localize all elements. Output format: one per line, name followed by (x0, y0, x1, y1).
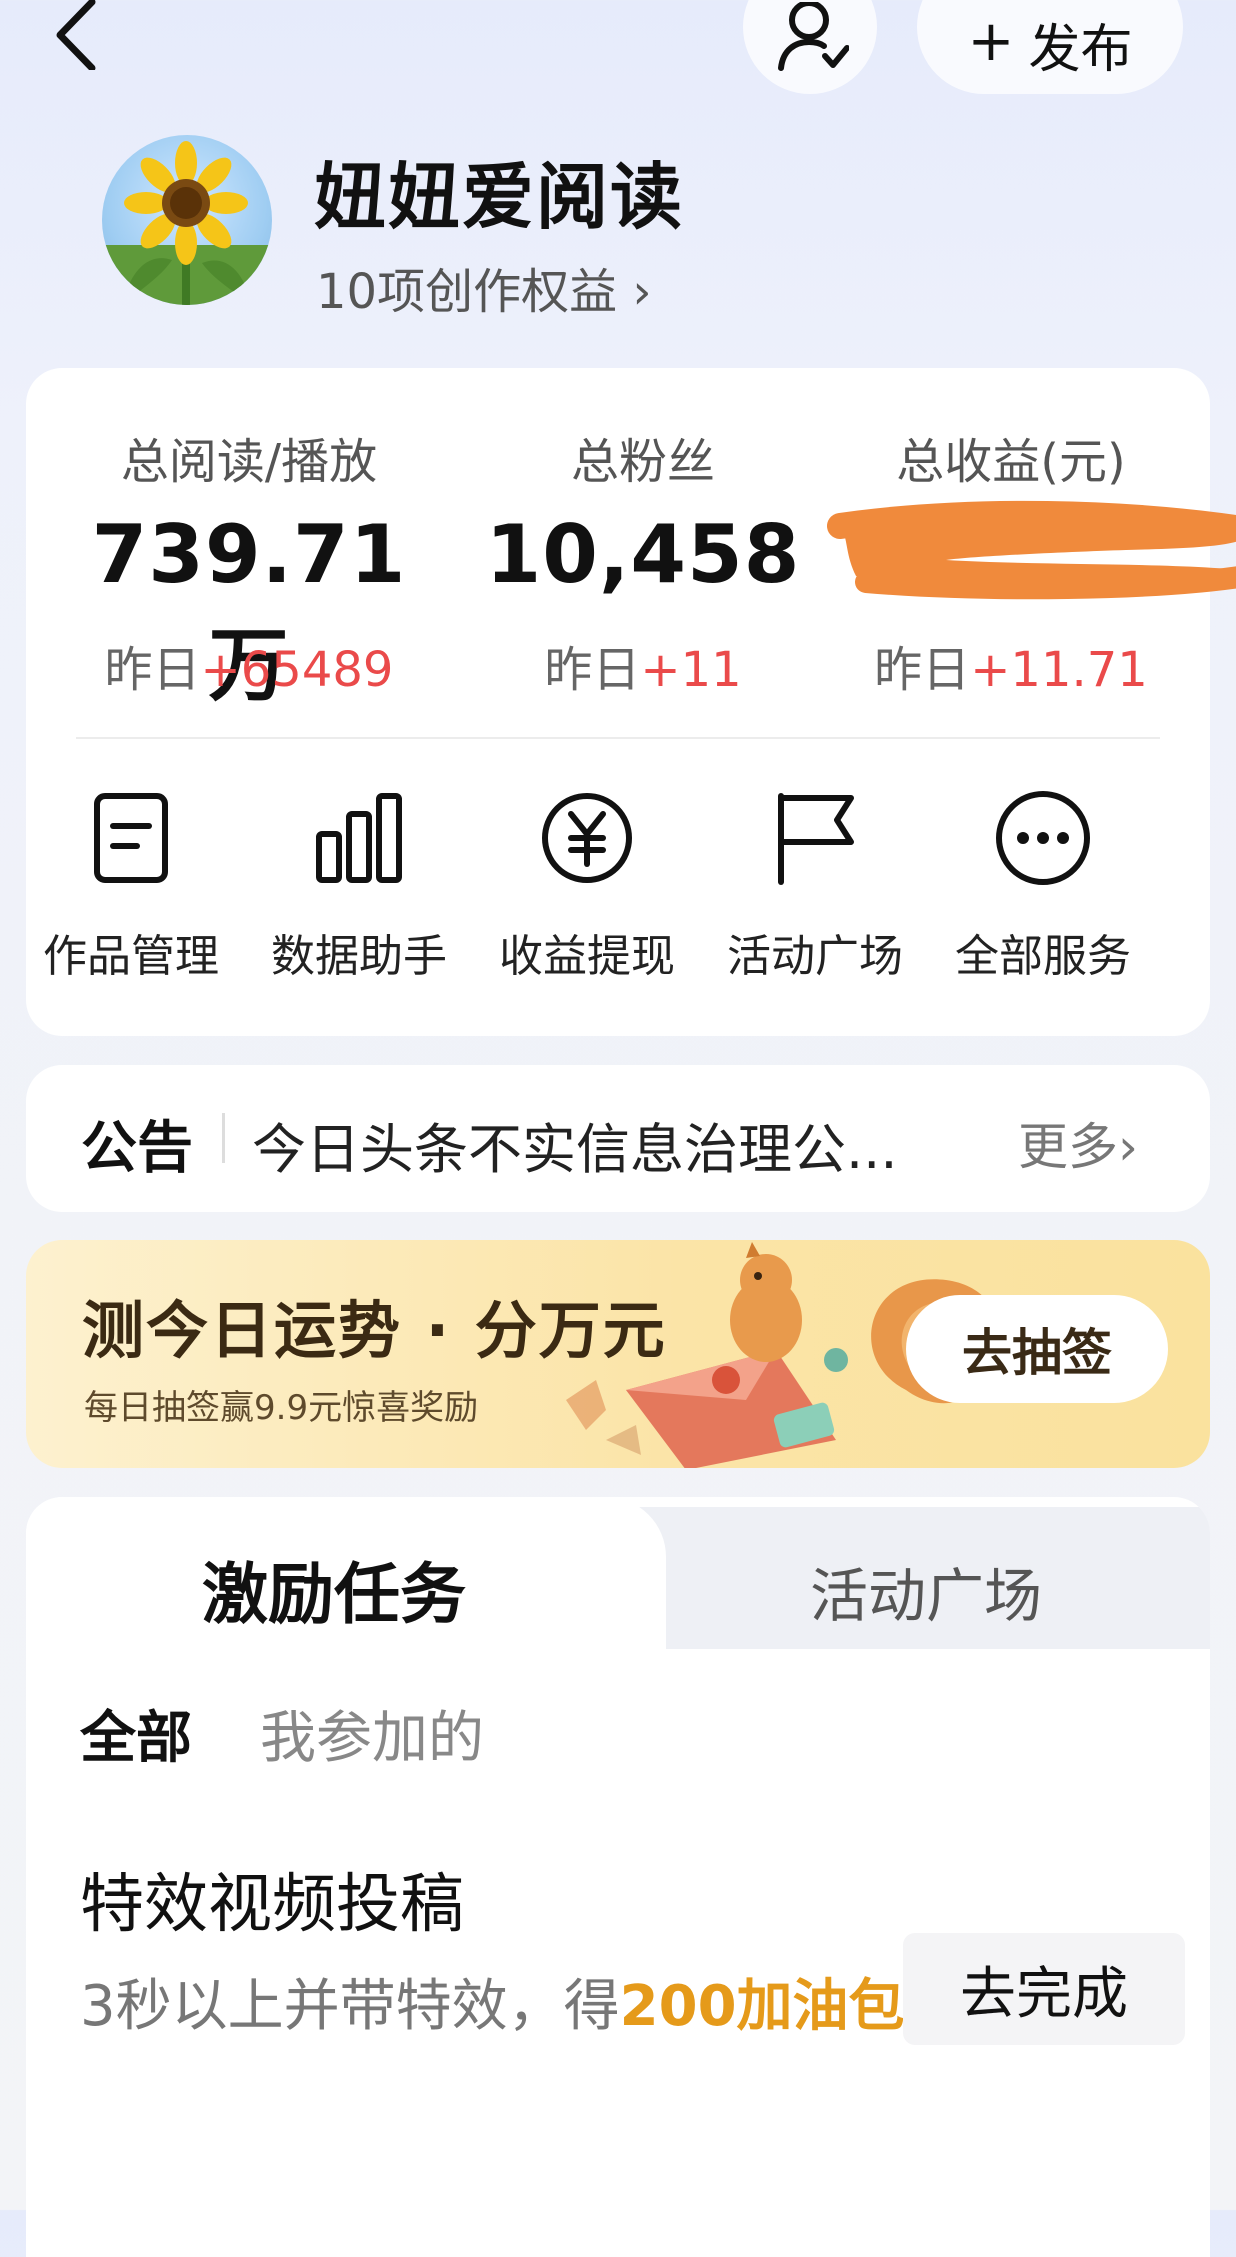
filter-joined[interactable]: 我参加的 (260, 1693, 484, 1774)
flag-icon (778, 793, 854, 885)
task-reward: 200加油包 (619, 1974, 905, 2039)
follow-button[interactable] (743, 0, 877, 94)
service-works-manage[interactable]: 作品管理 (16, 788, 246, 984)
stat-delta: 昨日+11.71 (874, 642, 1148, 698)
redaction-scribble (827, 500, 1236, 600)
notice-text[interactable]: 今日头条不实信息治理公... (252, 1105, 972, 1184)
sunflower-image (102, 141, 272, 305)
back-button[interactable] (48, 0, 128, 72)
stat-label: 总收益(元) (896, 434, 1126, 490)
notice-bar[interactable]: 公告 今日头条不实信息治理公... 更多› (26, 1065, 1210, 1212)
avatar[interactable] (102, 135, 272, 305)
task-title: 特效视频投稿 (80, 1868, 464, 1942)
service-data-assistant[interactable]: 数据助手 (244, 788, 474, 984)
filter-all[interactable]: 全部 (80, 1693, 192, 1774)
tab-activity-square[interactable]: 活动广场 (810, 1549, 1042, 1633)
task-description: 3秒以上并带特效，得200加油包 (80, 1974, 905, 2039)
banner-title: 测今日运势 · 分万元 (82, 1294, 667, 1367)
creator-rights-link[interactable]: 10项创作权益 › (316, 252, 652, 322)
service-label: 全部服务 (955, 931, 1131, 982)
service-label: 作品管理 (43, 931, 219, 982)
user-name: 妞妞爱阅读 (314, 155, 685, 239)
chevron-left-icon (56, 0, 96, 72)
plus-icon: + (967, 9, 1015, 74)
service-label: 活动广场 (727, 931, 903, 982)
tasks-panel: 激励任务 活动广场 全部 我参加的 特效视频投稿 3秒以上并带特效，得200加油… (26, 1497, 1210, 2257)
service-all[interactable]: 全部服务 (928, 788, 1158, 984)
user-check-icon (778, 2, 849, 71)
notice-more-link[interactable]: 更多› (1018, 1107, 1138, 1179)
yuan-circle-icon (542, 793, 632, 883)
draw-lot-button[interactable]: 去抽签 (906, 1295, 1168, 1403)
notice-tag: 公告 (81, 1116, 193, 1181)
divider (76, 737, 1160, 739)
publish-label: 发布 (1028, 19, 1133, 80)
stat-label: 总粉丝 (570, 434, 715, 490)
service-withdraw[interactable]: 收益提现 (472, 788, 702, 984)
service-label: 收益提现 (499, 931, 675, 982)
stat-delta: 昨日+11 (544, 642, 742, 698)
complete-task-button[interactable]: 去完成 (903, 1933, 1185, 2045)
stats-card: 总阅读/播放 739.71万 昨日+65489 总粉丝 10,458 昨日+11… (26, 368, 1236, 1036)
fortune-banner[interactable]: 测今日运势 · 分万元 每日抽签赢9.9元惊喜奖励 去抽签 (26, 1240, 1210, 1468)
document-icon (94, 793, 168, 883)
service-activity-square[interactable]: 活动广场 (700, 788, 930, 984)
stat-value: 10,458 (485, 508, 801, 601)
service-label: 数据助手 (271, 931, 447, 982)
banner-subtitle: 每日抽签赢9.9元惊喜奖励 (84, 1388, 479, 1428)
stat-label: 总阅读/播放 (120, 434, 378, 490)
tab-incentive-tasks[interactable]: 激励任务 (202, 1541, 466, 1637)
more-circle-icon (996, 791, 1090, 885)
stat-delta: 昨日+65489 (104, 642, 394, 698)
publish-button[interactable]: + 发布 (917, 0, 1183, 94)
notice-separator (222, 1113, 225, 1163)
bar-chart-icon (316, 793, 402, 883)
